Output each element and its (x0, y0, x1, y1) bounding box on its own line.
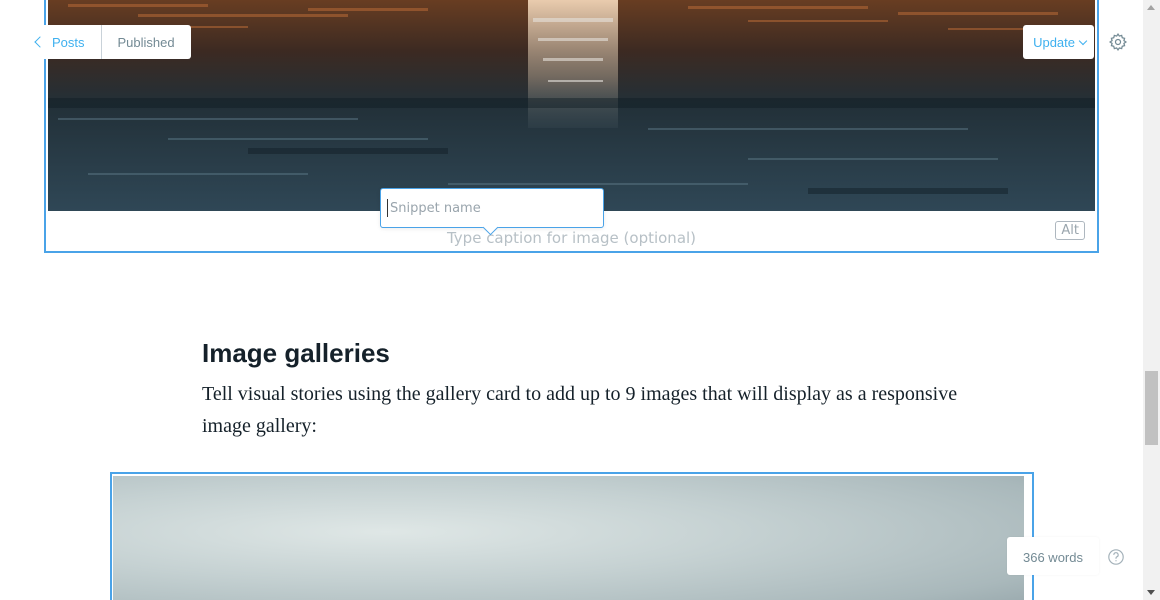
gallery-image (113, 476, 1024, 600)
chevron-down-icon (1078, 36, 1088, 45)
back-link-label: Posts (52, 34, 85, 50)
word-count: 366 words (1023, 550, 1083, 565)
section-heading[interactable]: Image galleries (202, 338, 390, 369)
body-paragraph[interactable]: Tell visual stories using the gallery ca… (202, 378, 962, 442)
alt-text-button[interactable]: Alt (1055, 221, 1085, 240)
update-button-label: Update (1033, 34, 1075, 50)
header-right: Update (1023, 25, 1094, 59)
snippet-name-input[interactable] (387, 199, 592, 217)
scroll-up-icon[interactable] (1147, 5, 1155, 10)
editor-viewport: Type caption for image (optional) Alt Po… (0, 0, 1160, 600)
header-left: Posts Published (24, 25, 191, 59)
gallery-card[interactable] (110, 472, 1034, 600)
lake-image (48, 0, 1095, 211)
chevron-left-icon (34, 36, 46, 48)
word-count-box: 366 words (1007, 537, 1099, 575)
scroll-down-icon[interactable] (1147, 590, 1155, 595)
post-status-label: Published (117, 34, 175, 50)
image-caption-input[interactable]: Type caption for image (optional) (46, 229, 1097, 247)
back-to-posts-link[interactable]: Posts (24, 25, 102, 59)
gear-icon[interactable] (1108, 32, 1128, 52)
question-circle-icon[interactable] (1107, 548, 1125, 566)
vertical-scrollbar[interactable] (1143, 0, 1160, 600)
update-button[interactable]: Update (1033, 34, 1088, 50)
snippet-name-popup (380, 188, 604, 236)
scrollbar-thumb[interactable] (1145, 371, 1158, 445)
